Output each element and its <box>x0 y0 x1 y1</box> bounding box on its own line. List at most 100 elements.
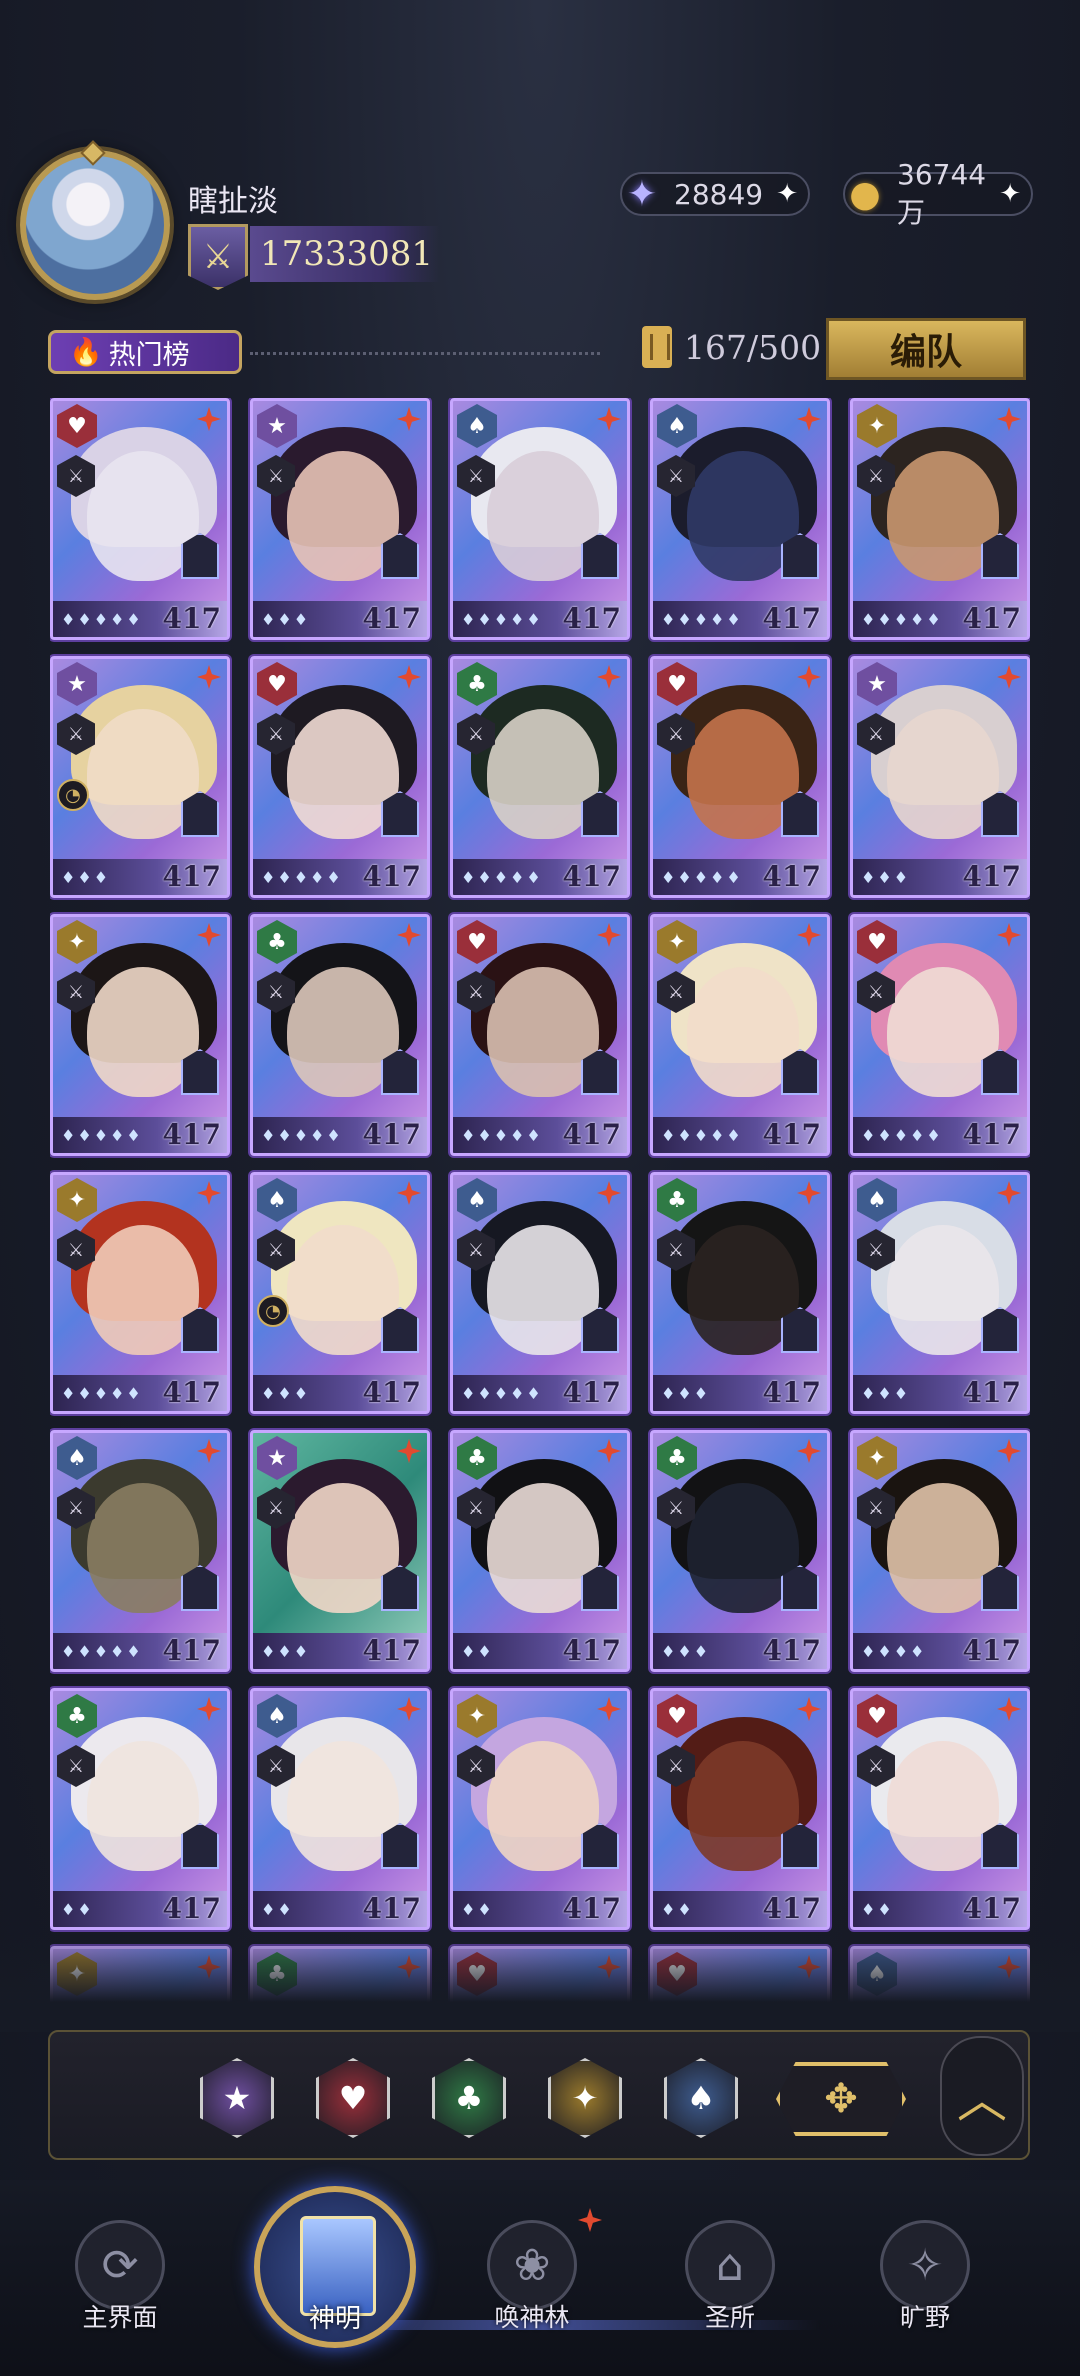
hero-card[interactable]: ★ ⚔ ♦♦♦ 417 <box>850 656 1030 898</box>
player-avatar[interactable] <box>20 150 170 300</box>
hero-card[interactable]: ♥ ⚔ ♦♦ 417 <box>850 1688 1030 1930</box>
awaken-gems: ♦♦♦♦♦ <box>61 1384 143 1403</box>
hero-card[interactable]: ♥ ⚔ ♦♦♦♦♦ 417 <box>650 656 830 898</box>
hero-card[interactable]: ♠ ⚔ ♦♦♦♦♦ 417 <box>450 398 630 640</box>
awaken-gems: ♦♦♦♦♦ <box>61 610 143 629</box>
awaken-gems: ♦♦♦♦♦ <box>661 1126 743 1145</box>
card-level: 417 <box>962 602 1021 635</box>
awaken-gems: ♦♦ <box>461 1900 494 1919</box>
awaken-gems: ♦♦ <box>61 1900 94 1919</box>
nav-label: 神明 <box>308 2304 361 2334</box>
gold-currency[interactable]: ● 36744万 ✦ <box>843 158 1033 229</box>
hero-card[interactable]: ♥ ⚔ ♦♦♦♦♦ 417 <box>450 914 630 1156</box>
hero-card[interactable]: ♣ ⚔ ♦♦ 417 <box>450 1430 630 1672</box>
gold-suit-icon: ✦ <box>657 920 697 964</box>
hero-card[interactable]: ♠ ⚔ ♦♦♦♦♦ 417 <box>50 1430 230 1672</box>
star-badge-icon <box>197 1439 221 1463</box>
hero-card[interactable]: ♣ ⚔ ♦♦♦♦♦ 417 <box>450 656 630 898</box>
flame-icon: 🔥 <box>69 337 103 368</box>
hero-card[interactable]: ♠ ⚔ ♦♦♦ 417 <box>850 1172 1030 1414</box>
club-suit-icon: ♣ <box>457 1436 497 1480</box>
hero-card[interactable]: ♠ ⚔ ♦♦ 417 <box>250 1688 430 1930</box>
add-crystal-icon[interactable]: ✦ <box>776 179 798 209</box>
hero-card[interactable]: ★ ⚔ ♦♦♦ 417 <box>250 1430 430 1672</box>
hero-card[interactable]: ♠ ⚔ ♦♦♦♦♦ 417 <box>450 1172 630 1414</box>
all-suits-filter-button[interactable]: ✥ <box>776 2062 906 2136</box>
summon-forest-icon: ❀ <box>487 2220 577 2310</box>
star-badge-icon <box>797 1439 821 1463</box>
nav-item[interactable]: ❀ 唤神林 <box>452 2220 612 2350</box>
star-badge-icon <box>197 665 221 689</box>
star-badge-icon <box>797 1697 821 1721</box>
hero-card[interactable]: ♣ ⚔ ♦♦♦ 417 <box>650 1172 830 1414</box>
purple-star-icon: ★ <box>222 2079 252 2117</box>
star-badge-icon <box>197 1697 221 1721</box>
hero-card[interactable]: ★ ⚔ ◔ ♦♦♦ 417 <box>50 656 230 898</box>
awaken-gems: ♦♦♦♦♦ <box>461 868 543 887</box>
hero-card[interactable]: ✦ ⚔ ♦♦♦♦♦ 417 <box>50 914 230 1156</box>
card-level: 417 <box>762 1892 821 1925</box>
club-suit-icon: ♣ <box>57 1694 97 1738</box>
awaken-gems: ♦♦♦♦♦ <box>861 1126 943 1145</box>
chevron-up-icon: ︿ <box>957 2071 1007 2129</box>
hero-card[interactable]: ✦ ⚔ ♦♦♦♦♦ 417 <box>50 1172 230 1414</box>
card-level: 417 <box>962 1892 1021 1925</box>
hero-card[interactable]: ✦ ⚔ ♦♦♦♦ 417 <box>850 1430 1030 1672</box>
awaken-gems: ♦♦♦♦♦ <box>61 1126 143 1145</box>
hero-card[interactable]: ♠ ⚔ ♦♦♦♦♦ 417 <box>650 398 830 640</box>
collapse-button[interactable]: ︿ <box>940 2036 1024 2156</box>
nav-item[interactable]: ⌂ 圣所 <box>650 2220 810 2350</box>
card-level: 417 <box>962 1118 1021 1151</box>
divider <box>250 352 600 355</box>
hot-ranking-tab[interactable]: 🔥 热门榜 <box>48 330 242 374</box>
hero-card[interactable]: ♥ ⚔ ♦♦♦♦♦ 417 <box>250 656 430 898</box>
crystal-currency[interactable]: ✦ 28849 ✦ <box>620 172 810 216</box>
hero-card[interactable]: ♣ ⚔ ♦♦♦ 417 <box>650 1430 830 1672</box>
hero-card[interactable]: ♥ ⚔ ♦♦♦♦♦ 417 <box>850 914 1030 1156</box>
all-suits-icon: ✥ <box>824 2076 858 2122</box>
sanctuary-icon: ⌂ <box>685 2220 775 2310</box>
spade-suit-icon: ♠ <box>457 404 497 448</box>
awaken-gems: ♦♦♦♦♦ <box>461 610 543 629</box>
star-badge-icon <box>797 407 821 431</box>
spade-suit-icon: ♠ <box>257 1694 297 1738</box>
awaken-gems: ♦♦♦♦♦ <box>861 610 943 629</box>
star-badge-icon <box>397 665 421 689</box>
gold-star-icon: ✦ <box>571 2079 599 2117</box>
hero-card[interactable]: ♠ ⚔ ◔ ♦♦♦ 417 <box>250 1172 430 1414</box>
add-gold-icon[interactable]: ✦ <box>999 179 1021 209</box>
card-level: 417 <box>362 1634 421 1667</box>
card-capacity: 167/500 <box>642 326 821 368</box>
team-formation-button[interactable]: 编队 <box>826 318 1026 380</box>
hero-card-grid: ♥ ⚔ ♦♦♦♦♦ 417 ★ ⚔ ♦♦♦ 417 ♠ ⚔ ♦♦♦♦♦ 417 … <box>50 398 1030 2018</box>
hero-card[interactable]: ★ ⚔ ♦♦♦ 417 <box>250 398 430 640</box>
awaken-gems: ♦♦♦ <box>61 868 111 887</box>
nav-gods[interactable]: 神明 <box>254 2186 416 2348</box>
star-badge-icon <box>397 923 421 947</box>
nav-item[interactable]: ⟳ 主界面 <box>40 2220 200 2350</box>
hero-card[interactable]: ✦ ⚔ ♦♦♦♦♦ 417 <box>650 914 830 1156</box>
hero-card[interactable]: ✦ ⚔ ♦♦♦♦♦ 417 <box>850 398 1030 640</box>
nav-item[interactable]: ✧ 旷野 <box>845 2220 1005 2350</box>
star-suit-icon: ★ <box>857 662 897 706</box>
hero-card[interactable]: ♥ ⚔ ♦♦♦♦♦ 417 <box>50 398 230 640</box>
nav-label: 主界面 <box>82 2303 158 2332</box>
spade-suit-icon: ♠ <box>57 1436 97 1480</box>
awaken-gems: ♦♦♦♦♦ <box>461 1384 543 1403</box>
star-badge-icon <box>597 1181 621 1205</box>
card-level: 417 <box>362 602 421 635</box>
green-club-icon: ♣ <box>454 2079 484 2117</box>
awaken-gems: ♦♦♦♦ <box>861 1642 927 1661</box>
star-badge-icon <box>397 1697 421 1721</box>
hero-card[interactable]: ♣ ⚔ ♦♦ 417 <box>50 1688 230 1930</box>
card-level: 417 <box>362 1118 421 1151</box>
card-level: 417 <box>562 1892 621 1925</box>
star-badge-icon <box>997 665 1021 689</box>
star-badge-icon <box>997 407 1021 431</box>
awaken-gems: ♦♦♦ <box>261 1642 311 1661</box>
awaken-gems: ♦♦ <box>861 1900 894 1919</box>
card-level: 417 <box>762 1118 821 1151</box>
hero-card[interactable]: ♣ ⚔ ♦♦♦♦♦ 417 <box>250 914 430 1156</box>
hero-card[interactable]: ✦ ⚔ ♦♦ 417 <box>450 1688 630 1930</box>
hero-card[interactable]: ♥ ⚔ ♦♦ 417 <box>650 1688 830 1930</box>
